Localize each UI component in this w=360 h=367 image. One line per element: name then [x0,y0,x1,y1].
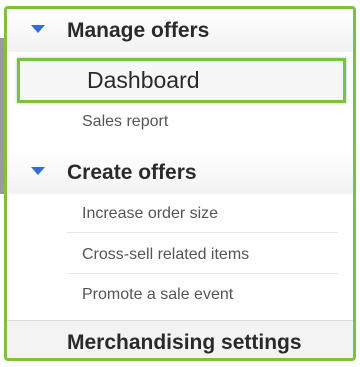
nav-item-merchandising-settings-label: Merchandising settings [67,331,302,354]
nav-item-promote-a-sale-event-label: Promote a sale event [82,286,234,303]
nav-item-cross-sell-related-items[interactable]: Cross-sell related items [82,246,249,264]
nav-item-dashboard-label: Dashboard [87,67,200,93]
section-create-offers-label: Create offers [67,161,197,184]
nav-item-merchandising-settings[interactable]: Merchandising settings [7,320,353,358]
nav-item-increase-order-size[interactable]: Increase order size [82,205,218,223]
offers-nav-panel: Manage offers Dashboard Sales report Cre… [4,6,356,361]
section-manage-offers[interactable]: Manage offers [7,9,353,52]
divider [67,232,338,233]
triangle-down-icon [31,167,45,175]
nav-item-cross-sell-related-items-label: Cross-sell related items [82,246,250,263]
nav-item-sales-report[interactable]: Sales report [82,113,168,131]
nav-item-promote-a-sale-event[interactable]: Promote a sale event [82,286,233,304]
triangle-down-icon [31,25,45,33]
section-manage-offers-label: Manage offers [67,19,210,42]
divider [67,273,338,274]
nav-item-sales-report-label: Sales report [82,113,169,130]
section-create-offers[interactable]: Create offers [7,151,353,194]
nav-item-increase-order-size-label: Increase order size [82,205,219,222]
nav-item-dashboard[interactable]: Dashboard [17,58,346,103]
